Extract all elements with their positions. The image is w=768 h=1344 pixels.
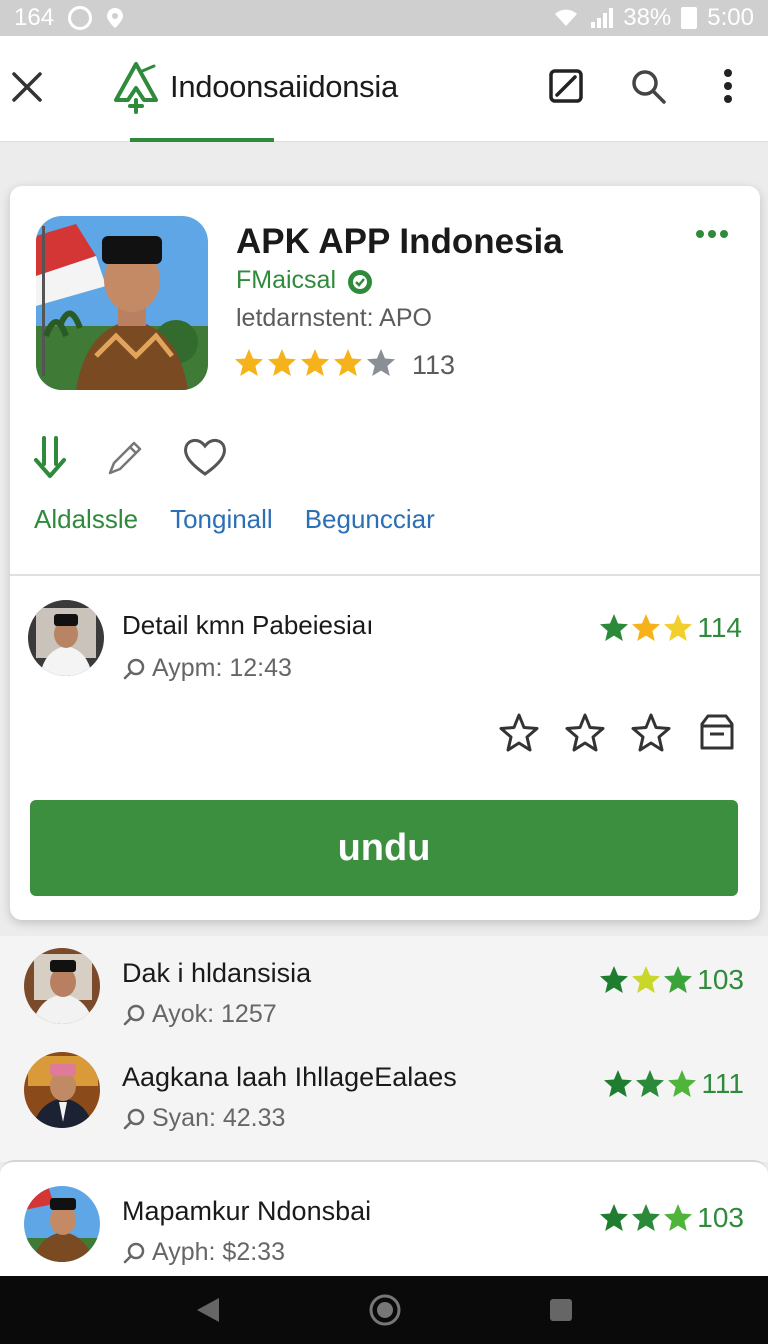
comment-icon	[123, 1004, 145, 1025]
review-time: Aypm: 12:43	[152, 654, 292, 682]
action-link-favorite[interactable]: Beguncciar	[305, 504, 435, 535]
bookmark-icon[interactable]	[696, 712, 738, 754]
rate-star-1-icon[interactable]	[498, 712, 540, 754]
list-item-rating-count: 111	[701, 1068, 744, 1099]
brand: Indoonsaiidonsia	[110, 60, 398, 114]
search-icon[interactable]	[628, 66, 668, 106]
app-detail-card: APK APP Indonesia FMaicsal letdarnstent:…	[10, 186, 760, 920]
developer-row[interactable]: FMaicsal	[236, 266, 374, 295]
review-meta: Aypm: 12:43	[122, 654, 292, 683]
action-link-install[interactable]: Aldalssle	[34, 504, 138, 535]
battery-icon	[681, 7, 698, 29]
verified-badge-icon	[348, 269, 373, 294]
navigation-bar	[0, 1276, 768, 1344]
tab-indicator	[130, 138, 274, 142]
list-item-time: Ayok: 1257	[152, 1000, 277, 1028]
list-item[interactable]: Mapamkur Ndonsbai Ayph: $2:33 103	[24, 1186, 744, 1276]
app-icon[interactable]	[36, 216, 208, 390]
app-meta: letdarnstent: APO	[236, 304, 432, 332]
review-rating-count: 114	[697, 612, 742, 643]
heart-icon[interactable]	[182, 436, 228, 478]
divider	[10, 574, 760, 576]
wifi-icon	[555, 9, 578, 26]
logo-icon	[114, 62, 158, 114]
rate-this-app	[498, 712, 738, 754]
download-icon[interactable]	[30, 434, 70, 480]
rating-stars	[600, 614, 693, 641]
list-item-title: Aagkana laah IhllageEalaes	[122, 1062, 457, 1092]
list-item-time: Syan: 42.33	[152, 1104, 286, 1132]
list-item-time: Ayph: $2:33	[152, 1238, 285, 1266]
close-icon[interactable]	[8, 68, 46, 106]
download-button[interactable]: undu	[30, 800, 738, 896]
comment-icon	[123, 658, 145, 679]
list-item-title: Mapamkur Ndonsbai	[122, 1196, 372, 1226]
notification-count: 164	[14, 4, 55, 31]
clock: 5:00	[707, 4, 754, 31]
whatsapp-icon	[68, 6, 93, 30]
developer-name[interactable]: FMaicsal	[236, 266, 336, 295]
comment-icon	[123, 1108, 145, 1129]
list-item-meta: Ayok: 1257	[122, 1000, 277, 1029]
list-item[interactable]: Dak i hldansisia Ayok: 1257 103	[24, 948, 744, 1038]
avatar	[28, 600, 104, 676]
app-name: APK APP Indonesia	[236, 222, 563, 261]
location-icon	[107, 8, 124, 28]
app-bar-title: Indoonsaiidonsia	[170, 69, 398, 104]
more-options-icon[interactable]	[694, 226, 730, 242]
review-rating: 114	[599, 612, 742, 644]
action-link-share[interactable]: Tonginall	[170, 504, 273, 535]
list-item-rating: 111	[603, 1068, 744, 1100]
list-item-rating: 103	[599, 964, 744, 996]
list-item-meta: Syan: 42.33	[122, 1104, 285, 1133]
back-icon[interactable]	[193, 1295, 223, 1325]
list-item-meta: Ayph: $2:33	[122, 1238, 285, 1267]
action-icons	[30, 434, 228, 480]
list-item-rating-count: 103	[697, 964, 744, 995]
list-item[interactable]: Aagkana laah IhllageEalaes Syan: 42.33 1…	[24, 1052, 744, 1142]
featured-review[interactable]: Detail kmn Pabeiesiaı Aypm: 12:43 114	[28, 600, 742, 683]
recents-icon[interactable]	[547, 1296, 575, 1324]
avatar	[24, 1186, 100, 1262]
comment-icon	[123, 1242, 145, 1263]
edit-icon[interactable]	[546, 66, 586, 106]
rating-stars	[600, 966, 693, 993]
avatar	[24, 1052, 100, 1128]
list-item-title: Dak i hldansisia	[122, 958, 312, 988]
avatar	[24, 948, 100, 1024]
rating-stars	[604, 1070, 697, 1097]
action-links: Aldalssle Tonginall Beguncciar	[34, 504, 435, 535]
signal-icon	[591, 8, 614, 28]
rating-stars	[234, 348, 404, 383]
battery-percent: 38%	[623, 4, 672, 31]
rating-count: 113	[412, 350, 456, 380]
rate-star-3-icon[interactable]	[630, 712, 672, 754]
app-bar: Indoonsaiidonsia	[0, 36, 768, 142]
home-icon[interactable]	[368, 1293, 402, 1327]
status-bar: 164 38% 5:00	[0, 0, 768, 36]
app-rating: 113	[234, 348, 455, 383]
more-vert-icon[interactable]	[708, 66, 748, 106]
list-item-rating-count: 103	[697, 1202, 744, 1233]
edit-pencil-icon[interactable]	[104, 435, 148, 479]
rating-stars	[600, 1204, 693, 1231]
list-item-rating: 103	[599, 1202, 744, 1234]
rate-star-2-icon[interactable]	[564, 712, 606, 754]
review-title: Detail kmn Pabeiesiaı	[122, 610, 374, 640]
